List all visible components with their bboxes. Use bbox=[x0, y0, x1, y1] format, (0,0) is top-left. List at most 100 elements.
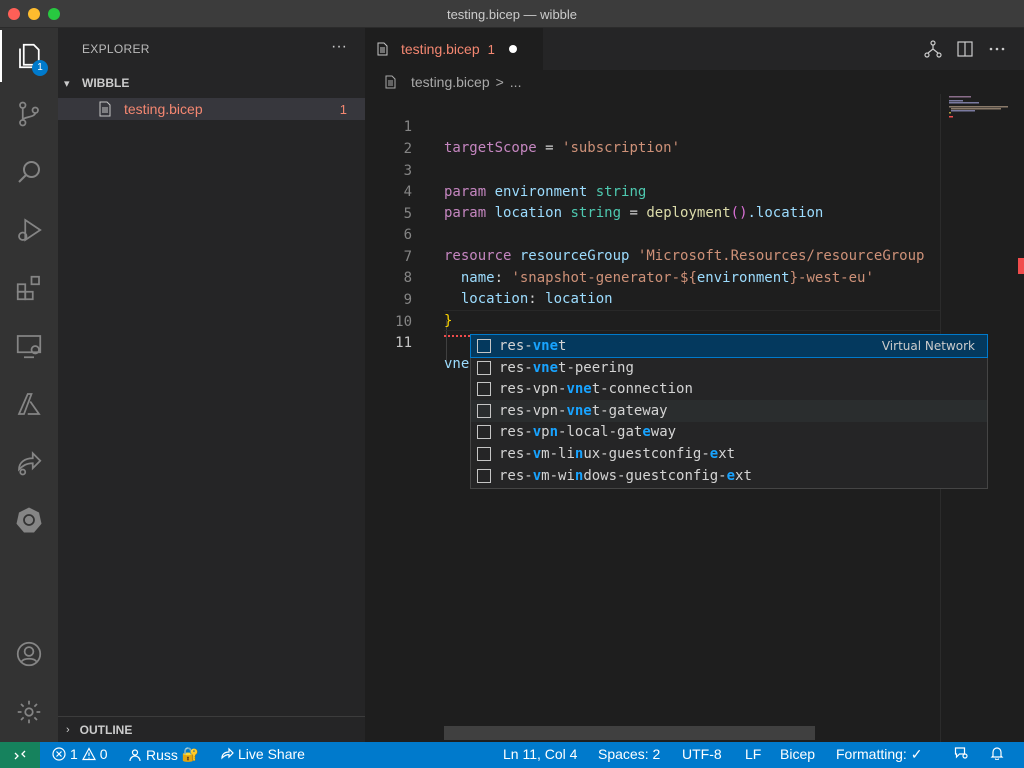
suggestion-label: res-vnet bbox=[499, 337, 567, 354]
azure-activity[interactable] bbox=[0, 378, 58, 430]
code-line: 9 } bbox=[365, 268, 940, 330]
file-testing-bicep[interactable]: testing.bicep 1 bbox=[58, 98, 365, 120]
run-debug-activity[interactable] bbox=[0, 204, 58, 256]
file-icon bbox=[385, 75, 396, 89]
code-line: 5 bbox=[365, 182, 940, 222]
chevron-right-icon: › bbox=[66, 724, 70, 736]
extensions-activity[interactable] bbox=[0, 262, 58, 314]
cursor-position[interactable]: Ln 11, Col 4 bbox=[503, 746, 577, 762]
suggestion-item[interactable]: res-vnet Virtual Network bbox=[470, 334, 988, 358]
editor-tab-bar: testing.bicep 1 bbox=[365, 28, 1024, 70]
file-icon bbox=[377, 42, 388, 56]
search-activity[interactable] bbox=[0, 146, 58, 198]
suggestion-item[interactable]: res-vpn-vnet-connection bbox=[471, 378, 987, 400]
source-control-icon bbox=[19, 101, 39, 127]
suggestion-item[interactable]: res-vpn-vnet-gateway bbox=[471, 400, 987, 422]
suggestion-label: res-vm-linux-guestconfig-ext bbox=[499, 445, 736, 462]
encoding-status[interactable]: UTF-8 bbox=[682, 746, 722, 762]
live-share-status[interactable]: Live Share bbox=[220, 746, 305, 762]
account-status[interactable]: Russ 🔐 bbox=[128, 746, 199, 763]
warning-count: 0 bbox=[99, 746, 108, 762]
tab-testing-bicep[interactable]: testing.bicep 1 bbox=[365, 28, 543, 70]
accounts-activity[interactable] bbox=[0, 628, 58, 680]
extensions-icon bbox=[16, 275, 40, 301]
vertical-scrollbar[interactable] bbox=[1008, 94, 1024, 742]
live-share-icon bbox=[221, 747, 234, 760]
breadcrumb-symbols[interactable]: ... bbox=[510, 74, 522, 90]
breadcrumb-separator: > bbox=[495, 74, 504, 90]
outline-section[interactable]: › OUTLINE bbox=[58, 716, 365, 743]
account-name: Russ bbox=[146, 746, 178, 763]
snippet-icon bbox=[477, 403, 491, 418]
title-bar: testing.bicep — wibble bbox=[0, 0, 1024, 28]
file-name: testing.bicep bbox=[124, 101, 203, 117]
feedback-button[interactable] bbox=[954, 746, 968, 760]
suggestion-item[interactable]: res-vm-linux-guestconfig-ext bbox=[471, 443, 987, 465]
code-line: 1 targetScope = 'subscription' bbox=[365, 95, 940, 157]
search-icon bbox=[18, 161, 40, 183]
indentation-status[interactable]: Spaces: 2 bbox=[598, 746, 660, 762]
folder-name: WIBBLE bbox=[82, 76, 130, 90]
suggestion-label: res-vpn-vnet-gateway bbox=[499, 402, 668, 419]
snippet-icon bbox=[477, 446, 491, 461]
kubernetes-activity[interactable] bbox=[0, 494, 58, 546]
eol-status[interactable]: LF bbox=[745, 746, 761, 762]
code-line: 4 param location string = deployment().l… bbox=[365, 160, 940, 222]
settings-gear-icon bbox=[17, 700, 41, 724]
live-share-icon bbox=[18, 451, 42, 476]
suggest-widget: res-vnet Virtual Network res-vnet-peerin… bbox=[470, 334, 988, 489]
breadcrumb: testing.bicep > ... bbox=[365, 70, 1024, 94]
remote-indicator[interactable] bbox=[0, 742, 40, 768]
visualizer-icon[interactable] bbox=[924, 40, 942, 58]
error-icon bbox=[52, 747, 66, 761]
typed-text: vne bbox=[444, 356, 470, 373]
code-line: 10 bbox=[365, 290, 940, 330]
notifications-button[interactable] bbox=[990, 746, 1004, 760]
warning-icon bbox=[81, 747, 96, 761]
line-number: 11 bbox=[395, 334, 412, 351]
problems-indicator[interactable]: 1 0 bbox=[52, 746, 108, 762]
sidebar-title: EXPLORER bbox=[82, 42, 150, 56]
suggestion-label: res-vpn-local-gateway bbox=[499, 423, 677, 440]
window-title: testing.bicep — wibble bbox=[446, 7, 578, 22]
formatting-status[interactable]: Formatting: ✓ bbox=[836, 746, 922, 763]
explorer-sidebar: EXPLORER ··· ▾ WIBBLE testing.bicep 1 › … bbox=[58, 28, 365, 742]
suggestion-item[interactable]: res-vm-windows-guestconfig-ext bbox=[471, 465, 987, 487]
lock-icon: 🔐 bbox=[181, 746, 200, 762]
snippet-icon bbox=[477, 360, 491, 375]
snippet-icon bbox=[477, 424, 491, 439]
live-share-activity[interactable] bbox=[0, 436, 58, 488]
suggestion-label: res-vnet-peering bbox=[499, 359, 634, 376]
horizontal-scrollbar[interactable] bbox=[444, 726, 815, 740]
snippet-icon bbox=[477, 338, 491, 353]
unsaved-dot-icon[interactable] bbox=[508, 45, 517, 53]
suggestion-item[interactable]: res-vpn-local-gateway bbox=[471, 421, 987, 443]
snippet-icon bbox=[477, 468, 491, 483]
code-line: 6 resource resourceGroup 'Microsoft.Reso… bbox=[365, 203, 940, 265]
suggestion-label: res-vpn-vnet-connection bbox=[499, 380, 693, 397]
folder-wibble[interactable]: ▾ WIBBLE bbox=[58, 72, 365, 94]
code-line: 7 name: 'snapshot-generator-${environmen… bbox=[365, 225, 940, 287]
breadcrumb-file[interactable]: testing.bicep bbox=[411, 74, 490, 90]
person-icon bbox=[129, 748, 141, 761]
minimap-preview bbox=[949, 96, 1009, 118]
explorer-activity[interactable]: 1 bbox=[0, 30, 58, 82]
snippet-icon bbox=[477, 381, 491, 396]
status-bar: 1 0 Russ 🔐 Live Share Ln 11, Col 4 Space… bbox=[0, 742, 1024, 768]
run-debug-icon bbox=[18, 218, 42, 242]
sidebar-more-icon[interactable]: ··· bbox=[331, 38, 347, 56]
live-share-label: Live Share bbox=[238, 746, 305, 762]
activity-bar: 1 bbox=[0, 28, 58, 742]
remote-explorer-activity[interactable] bbox=[0, 320, 58, 372]
tab-problem-count: 1 bbox=[487, 41, 495, 57]
code-line: 8 location: location bbox=[365, 246, 940, 308]
split-editor-icon[interactable] bbox=[956, 40, 974, 58]
manage-activity[interactable] bbox=[0, 686, 58, 738]
source-control-activity[interactable] bbox=[0, 88, 58, 140]
chevron-down-icon: ▾ bbox=[64, 77, 70, 90]
suggestion-item[interactable]: res-vnet-peering bbox=[471, 357, 987, 379]
feedback-icon bbox=[954, 747, 968, 759]
more-actions-icon[interactable] bbox=[988, 40, 1006, 58]
account-icon bbox=[16, 641, 42, 667]
language-mode[interactable]: Bicep bbox=[780, 746, 815, 762]
